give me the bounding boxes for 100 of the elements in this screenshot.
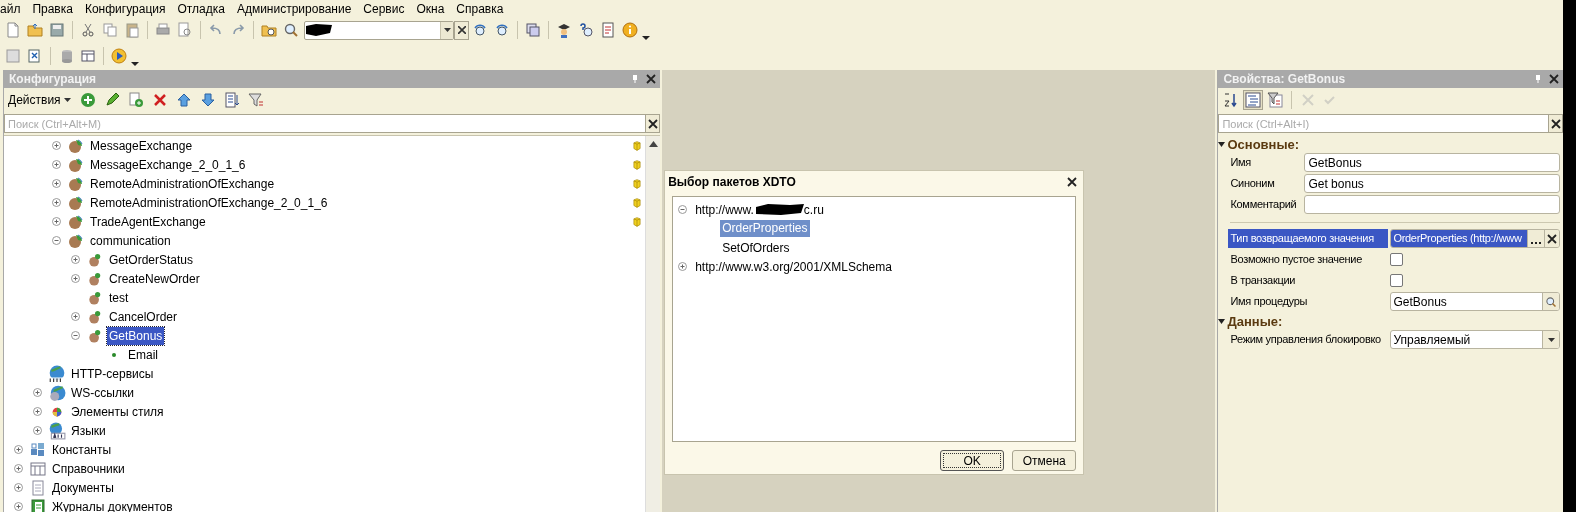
expand-toggle[interactable] bbox=[33, 426, 42, 435]
list-sort-icon[interactable] bbox=[223, 92, 240, 108]
menu-item[interactable]: Отладка bbox=[171, 0, 231, 17]
menu-item[interactable]: Администрирование bbox=[230, 0, 358, 17]
search-field[interactable] bbox=[304, 20, 454, 40]
filter-icon[interactable] bbox=[1267, 92, 1284, 108]
tree-item[interactable]: WS-ссылки bbox=[69, 383, 136, 402]
tree-item[interactable]: MessageExchange bbox=[88, 136, 195, 155]
tree-item[interactable]: CancelOrder bbox=[107, 307, 180, 326]
compare-icon[interactable] bbox=[27, 48, 43, 64]
pencil-icon[interactable] bbox=[103, 92, 120, 108]
close-icon[interactable] bbox=[1547, 233, 1557, 244]
tree-item[interactable]: test bbox=[107, 288, 131, 307]
expand-toggle[interactable] bbox=[52, 198, 61, 207]
help-search-icon[interactable] bbox=[578, 22, 594, 38]
menu-item[interactable]: Правка bbox=[26, 0, 79, 17]
folder-icon[interactable] bbox=[27, 22, 43, 38]
menu-item[interactable]: Конфигурация bbox=[78, 0, 172, 17]
report-icon[interactable] bbox=[600, 22, 616, 38]
expand-toggle[interactable] bbox=[14, 445, 23, 454]
expand-toggle[interactable] bbox=[14, 483, 23, 492]
collapse-toggle[interactable] bbox=[52, 236, 61, 245]
folder-search-icon[interactable] bbox=[261, 22, 277, 38]
close-icon[interactable] bbox=[647, 118, 658, 129]
tree-item[interactable]: RemoteAdministrationOfExchange bbox=[88, 174, 277, 193]
tree-item[interactable]: Email bbox=[126, 345, 160, 364]
search-field[interactable]: Поиск (Ctrl+Alt+M) bbox=[4, 114, 647, 133]
tree-item[interactable]: communication bbox=[88, 231, 173, 250]
scissors-icon[interactable] bbox=[80, 22, 96, 38]
expand-toggle[interactable] bbox=[52, 141, 61, 150]
checkbox[interactable] bbox=[1390, 253, 1404, 266]
text-field[interactable]: GetBonus bbox=[1390, 292, 1560, 311]
delete-icon[interactable] bbox=[151, 92, 168, 108]
menu-item[interactable]: Окна bbox=[410, 0, 451, 17]
dialog-button[interactable]: OK bbox=[940, 450, 1005, 471]
dropdown-button[interactable] bbox=[440, 21, 453, 39]
expand-toggle[interactable] bbox=[52, 179, 61, 188]
expand-toggle[interactable] bbox=[71, 312, 80, 321]
collapse-toggle[interactable] bbox=[678, 205, 688, 214]
tree-item[interactable]: Документы bbox=[50, 478, 116, 497]
tree-item[interactable]: TradeAgentExchange bbox=[88, 212, 208, 231]
print-preview-icon[interactable] bbox=[177, 22, 193, 38]
tree-item[interactable]: RemoteAdministrationOfExchange_2_0_1_6 bbox=[88, 193, 330, 212]
close-icon[interactable] bbox=[646, 74, 657, 84]
expand-toggle[interactable] bbox=[71, 255, 80, 264]
expand-toggle[interactable] bbox=[52, 160, 61, 169]
close-icon[interactable] bbox=[1549, 74, 1559, 84]
tree-item[interactable]: c.ru bbox=[803, 200, 824, 219]
clear-button[interactable] bbox=[454, 20, 469, 40]
scholar-icon[interactable] bbox=[556, 22, 572, 38]
text-field[interactable]: GetBonus bbox=[1304, 153, 1560, 172]
find-next-icon[interactable] bbox=[472, 22, 488, 38]
play-icon[interactable] bbox=[111, 48, 127, 64]
add-icon[interactable] bbox=[79, 92, 96, 108]
tree-item[interactable]: GetOrderStatus bbox=[107, 250, 196, 269]
save-icon[interactable] bbox=[49, 22, 65, 38]
menu-item[interactable]: айл bbox=[0, 0, 27, 17]
tree-item[interactable]: Языки bbox=[69, 421, 108, 440]
tree-item[interactable]: Элементы стиля bbox=[69, 402, 166, 421]
expand-toggle[interactable] bbox=[33, 407, 42, 416]
tree-item[interactable]: http://www. bbox=[693, 200, 756, 219]
tree-item[interactable]: Справочники bbox=[50, 459, 127, 478]
type-field[interactable]: OrderProperties (http://www bbox=[1390, 229, 1560, 248]
tree-item[interactable]: SetOfOrders bbox=[720, 238, 792, 257]
tree-item[interactable]: HTTP-сервисы bbox=[69, 364, 156, 383]
close-icon[interactable] bbox=[1550, 118, 1561, 129]
expand-toggle[interactable] bbox=[14, 464, 23, 473]
windows-icon[interactable] bbox=[525, 22, 541, 38]
clear-button[interactable] bbox=[1549, 114, 1563, 133]
collapse-arrow[interactable] bbox=[1218, 319, 1226, 324]
tree-item[interactable]: http://www.w3.org/2001/XMLSchema bbox=[693, 257, 894, 276]
close-icon[interactable] bbox=[1067, 177, 1078, 187]
arrow-down-icon[interactable] bbox=[199, 92, 216, 108]
tree-item[interactable]: CreateNewOrder bbox=[107, 269, 202, 288]
actions-menu[interactable]: Действия bbox=[8, 91, 73, 109]
tree-item[interactable]: MessageExchange_2_0_1_6 bbox=[88, 155, 248, 174]
clear-button[interactable] bbox=[646, 114, 661, 133]
search-field[interactable]: Поиск (Ctrl+Alt+I) bbox=[1218, 114, 1549, 133]
dropdown-field[interactable]: Управляемый bbox=[1390, 330, 1560, 349]
arrow-up-icon[interactable] bbox=[175, 92, 192, 108]
tree-item[interactable]: GetBonus bbox=[107, 326, 165, 345]
dialog-button[interactable]: Отмена bbox=[1012, 450, 1077, 471]
sort-icon[interactable] bbox=[1223, 92, 1240, 108]
search-icon[interactable] bbox=[1545, 295, 1557, 308]
text-field[interactable]: Get bonus bbox=[1304, 174, 1560, 193]
copy-add-icon[interactable] bbox=[127, 92, 144, 108]
printer-icon[interactable] bbox=[155, 22, 171, 38]
menu-item[interactable]: Справка bbox=[450, 0, 510, 17]
filter-icon[interactable] bbox=[247, 92, 264, 108]
expand-toggle[interactable] bbox=[14, 502, 23, 511]
expand-toggle[interactable] bbox=[33, 388, 42, 397]
menu-item[interactable]: Сервис bbox=[357, 0, 411, 17]
table-icon[interactable] bbox=[80, 48, 96, 64]
clipboard-icon[interactable] bbox=[124, 22, 140, 38]
text-field[interactable] bbox=[1304, 195, 1560, 214]
tree-item[interactable]: Константы bbox=[50, 440, 114, 459]
collapse-arrow[interactable] bbox=[1218, 142, 1226, 147]
collapse-toggle[interactable] bbox=[71, 331, 80, 340]
find-previous-icon[interactable] bbox=[494, 22, 510, 38]
expand-toggle[interactable] bbox=[71, 274, 80, 283]
